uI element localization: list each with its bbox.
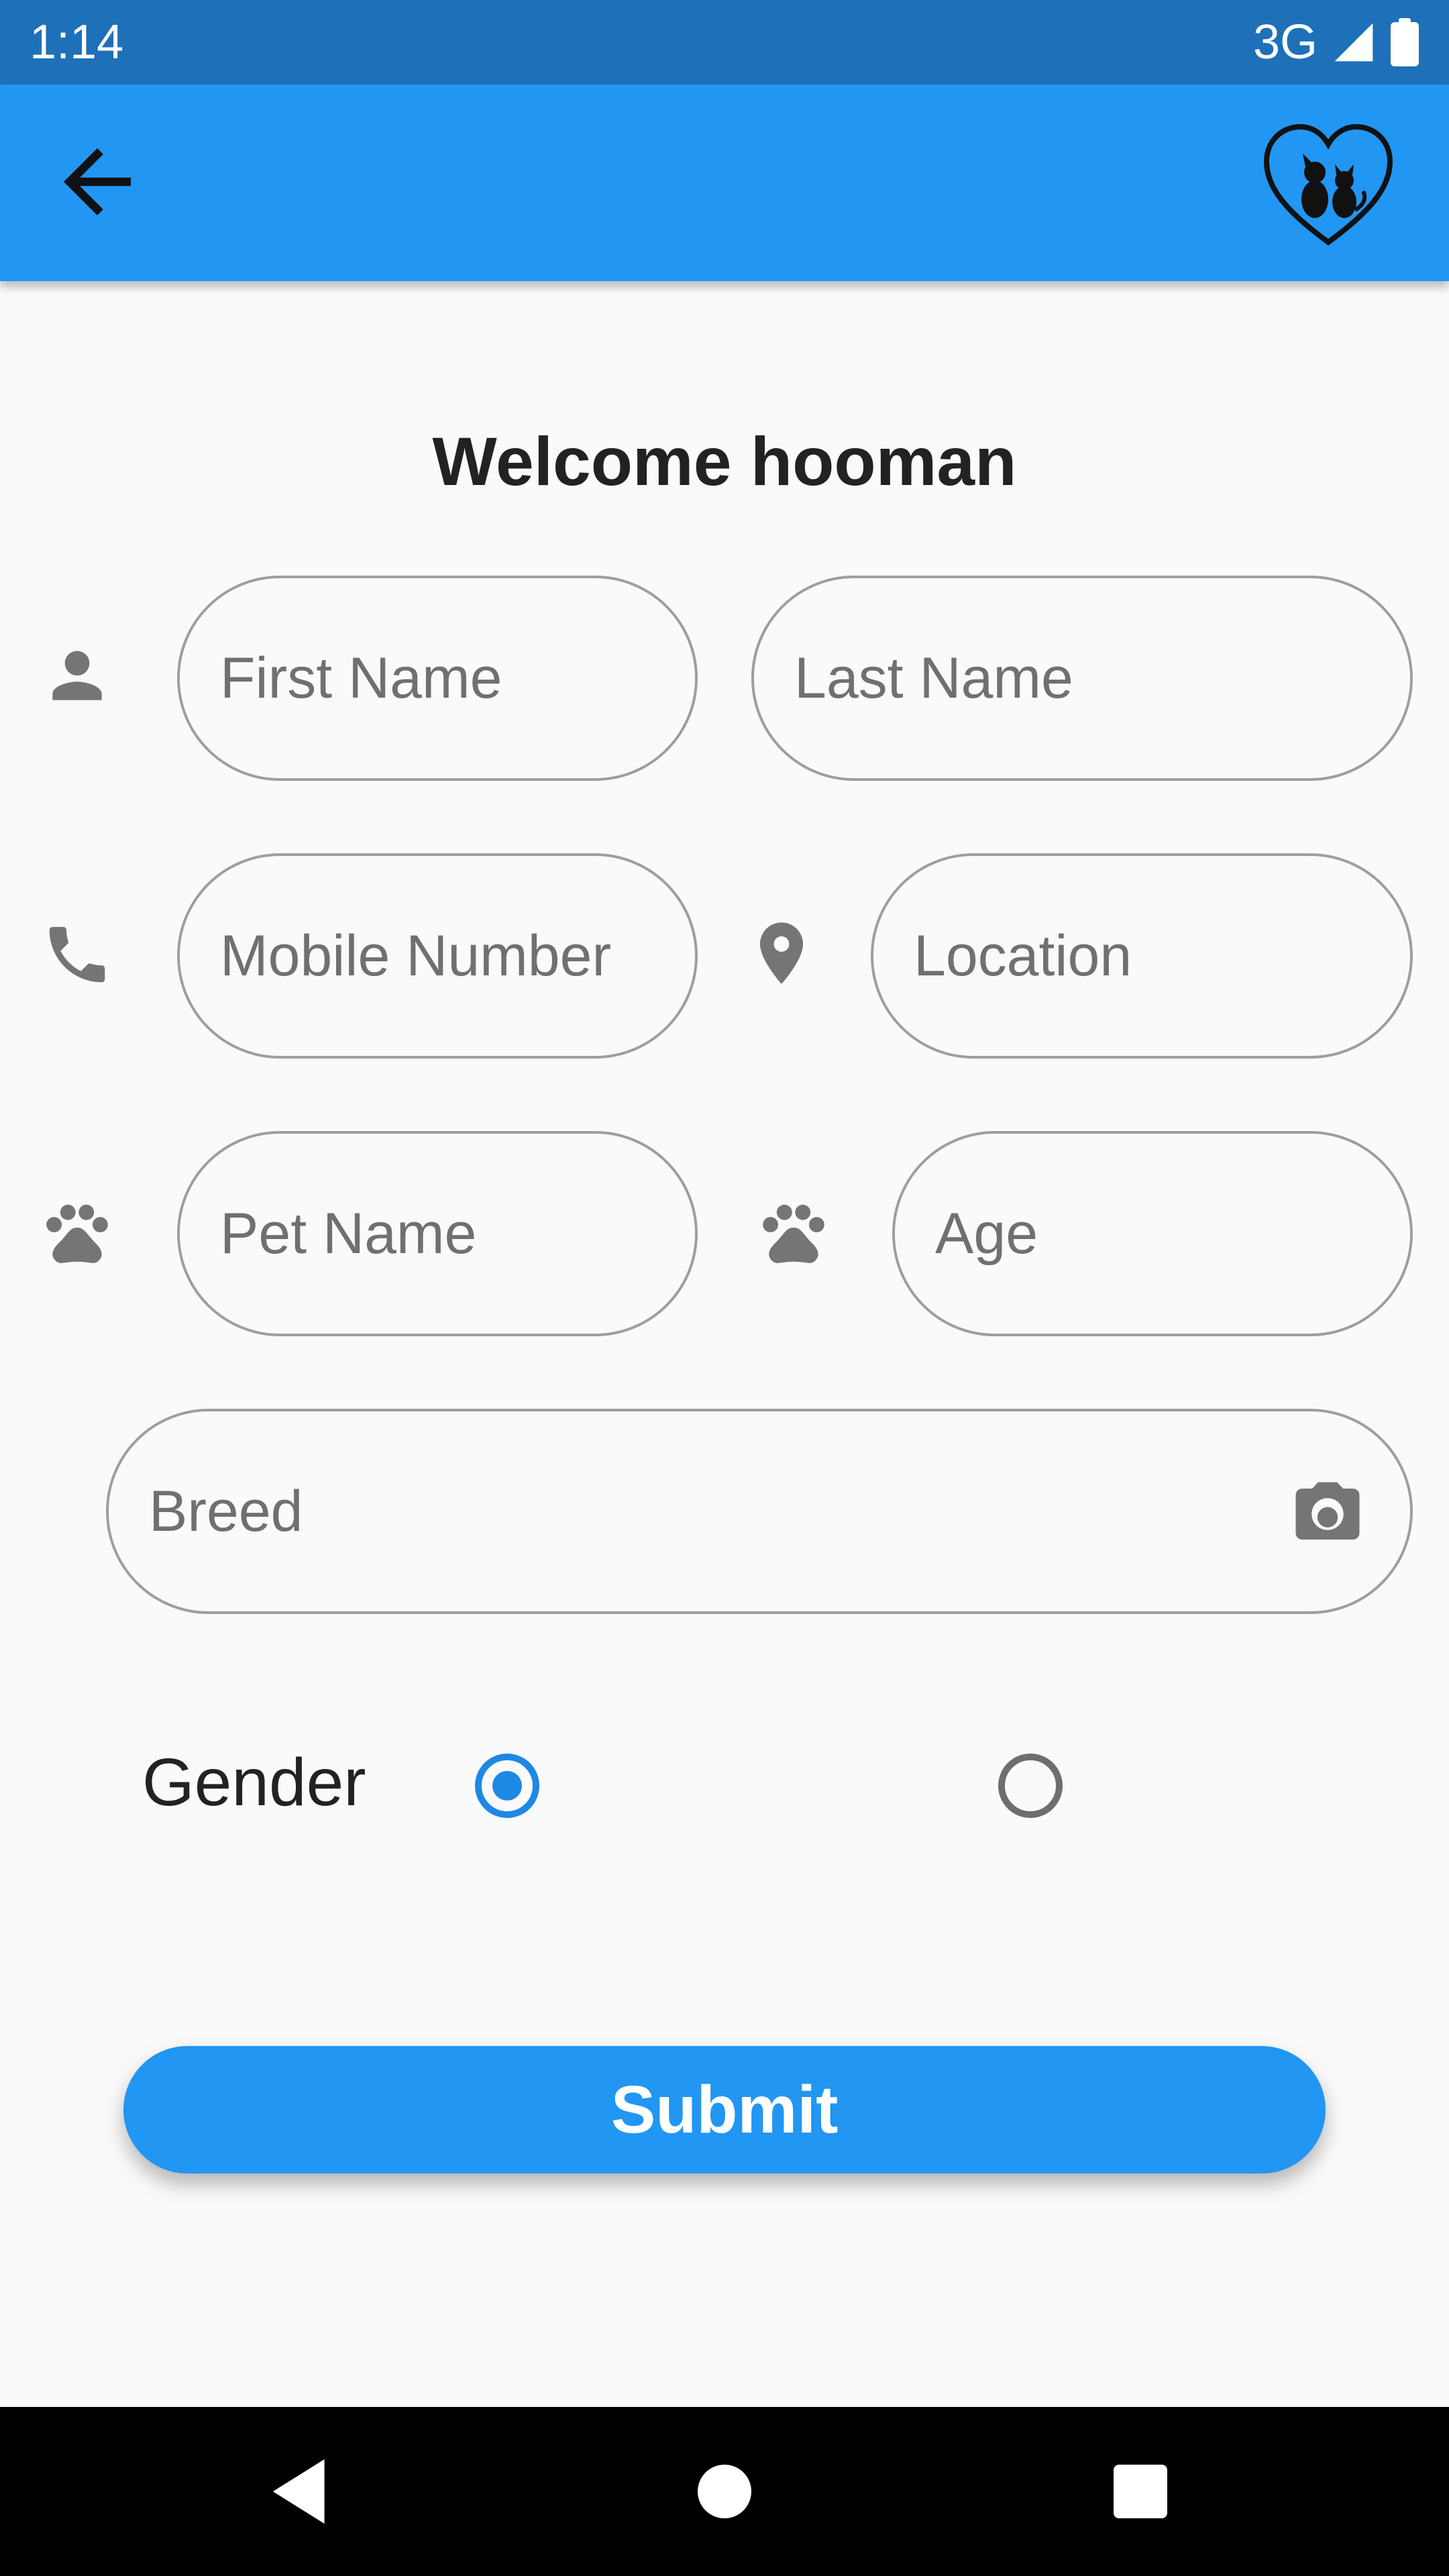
battery-icon — [1391, 18, 1419, 66]
nav-back-button[interactable] — [217, 2407, 386, 2576]
location-field[interactable] — [871, 853, 1413, 1059]
mobile-number-input[interactable] — [220, 856, 675, 1056]
gender-radio-option-1[interactable] — [475, 1754, 539, 1818]
person-icon — [52, 651, 102, 700]
first-name-input[interactable] — [220, 578, 675, 778]
status-bar: 1:14 3G — [0, 0, 1449, 85]
system-nav-bar — [0, 2407, 1449, 2576]
nav-home-icon — [698, 2465, 751, 2518]
nav-recents-icon — [1114, 2465, 1167, 2518]
phone-icon — [49, 926, 105, 983]
paw-icon — [763, 1204, 824, 1263]
gender-label: Gender — [142, 1745, 366, 1820]
age-field[interactable] — [892, 1131, 1413, 1336]
app-bar — [0, 85, 1449, 281]
mobile-number-field[interactable] — [177, 853, 698, 1059]
location-pin-icon — [759, 922, 804, 984]
pet-name-field[interactable] — [177, 1131, 698, 1336]
breed-field[interactable] — [106, 1409, 1413, 1614]
gender-radio-option-2[interactable] — [998, 1754, 1063, 1818]
location-input[interactable] — [914, 856, 1390, 1056]
submit-button[interactable]: Submit — [123, 2046, 1326, 2174]
signal-icon — [1334, 23, 1373, 62]
back-button[interactable] — [47, 131, 148, 232]
breed-input[interactable] — [149, 1411, 1222, 1611]
arrow-back-icon — [64, 148, 131, 215]
network-type: 3G — [1252, 15, 1318, 69]
nav-recents-button[interactable] — [1056, 2407, 1225, 2576]
page-title: Welcome hooman — [432, 423, 1017, 500]
pawvu-logo-icon — [1261, 121, 1395, 249]
last-name-input[interactable] — [794, 578, 1390, 778]
status-time: 1:14 — [30, 15, 124, 69]
age-input[interactable] — [935, 1134, 1390, 1334]
first-name-field[interactable] — [177, 576, 698, 781]
status-icons: 3G — [1253, 15, 1419, 70]
paw-icon — [46, 1204, 108, 1263]
pet-name-input[interactable] — [220, 1134, 675, 1334]
nav-home-button[interactable] — [640, 2407, 809, 2576]
last-name-field[interactable] — [751, 576, 1413, 781]
nav-back-icon — [272, 2459, 325, 2524]
camera-icon[interactable] — [1289, 1476, 1366, 1552]
